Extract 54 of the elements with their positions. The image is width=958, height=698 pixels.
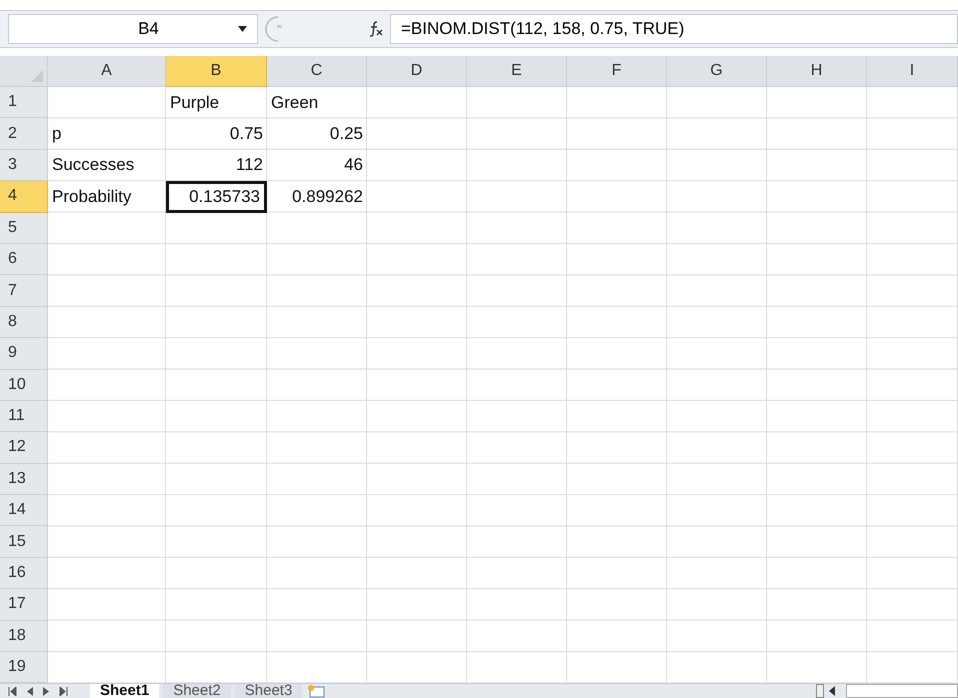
column-header[interactable]: B	[166, 56, 267, 87]
horizontal-scrollbar[interactable]	[846, 684, 958, 698]
function-icon[interactable]	[368, 21, 384, 37]
row-header[interactable]: 3	[0, 150, 48, 182]
sheet-tab[interactable]: Sheet3	[234, 684, 302, 698]
table-cell[interactable]: 0.25	[267, 118, 367, 150]
table-cell[interactable]: 0.899262	[267, 181, 367, 213]
sheet-tab[interactable]: Sheet2	[163, 684, 231, 698]
row-header[interactable]: 1	[0, 87, 48, 118]
new-sheet-icon[interactable]	[306, 684, 326, 698]
row-header[interactable]: 14	[0, 495, 48, 526]
last-sheet-icon[interactable]	[59, 686, 68, 696]
table-cell[interactable]: 0.135733	[166, 181, 267, 213]
row-header[interactable]: 19	[0, 652, 48, 684]
caret-icon[interactable]	[238, 26, 247, 32]
row-header[interactable]: 13	[0, 464, 48, 496]
table-cell[interactable]: 112	[166, 150, 267, 182]
column-header[interactable]: E	[467, 56, 567, 87]
sheet-tab[interactable]: Sheet1	[90, 684, 160, 698]
row-header[interactable]: 6	[0, 244, 48, 276]
first-sheet-icon[interactable]	[8, 686, 17, 696]
table-cell[interactable]: Successes	[48, 150, 166, 182]
table-cell[interactable]: 0.75	[166, 118, 267, 150]
row-header[interactable]: 17	[0, 589, 48, 621]
row-header[interactable]: 4	[0, 181, 48, 213]
row-header[interactable]: 11	[0, 400, 48, 432]
row-header[interactable]: 10	[0, 370, 48, 401]
row-header[interactable]: 15	[0, 526, 48, 558]
table-cell[interactable]: Purple	[166, 87, 267, 118]
column-header[interactable]: F	[567, 56, 667, 87]
table-cell[interactable]: 46	[267, 150, 367, 182]
row-header[interactable]: 2	[0, 118, 48, 150]
row-header[interactable]: 18	[0, 620, 48, 652]
column-header[interactable]: I	[867, 56, 958, 87]
formula-field[interactable]: =BINOM.DIST(112, 158, 0.75, TRUE)	[390, 14, 958, 44]
scroll-left-icon[interactable]	[828, 686, 836, 696]
previous-sheet-icon[interactable]	[27, 686, 33, 696]
row-header[interactable]: 12	[0, 432, 48, 464]
table-cell[interactable]: Probability	[48, 181, 166, 213]
row-header[interactable]: 7	[0, 275, 48, 307]
row-header[interactable]: 9	[0, 338, 48, 370]
column-header[interactable]: A	[48, 56, 166, 87]
column-header[interactable]: G	[667, 56, 767, 87]
split-handle-icon[interactable]	[816, 684, 824, 698]
row-header[interactable]: 8	[0, 306, 48, 338]
column-header[interactable]: H	[767, 56, 867, 87]
next-sheet-icon[interactable]	[43, 686, 49, 696]
name-box[interactable]: B4	[8, 14, 258, 44]
column-header[interactable]: D	[367, 56, 467, 87]
column-header[interactable]: C	[267, 56, 367, 87]
table-cell[interactable]: p	[48, 118, 166, 150]
row-header[interactable]: 5	[0, 212, 48, 244]
table-cell[interactable]: Green	[267, 87, 367, 118]
row-header[interactable]: 16	[0, 558, 48, 590]
